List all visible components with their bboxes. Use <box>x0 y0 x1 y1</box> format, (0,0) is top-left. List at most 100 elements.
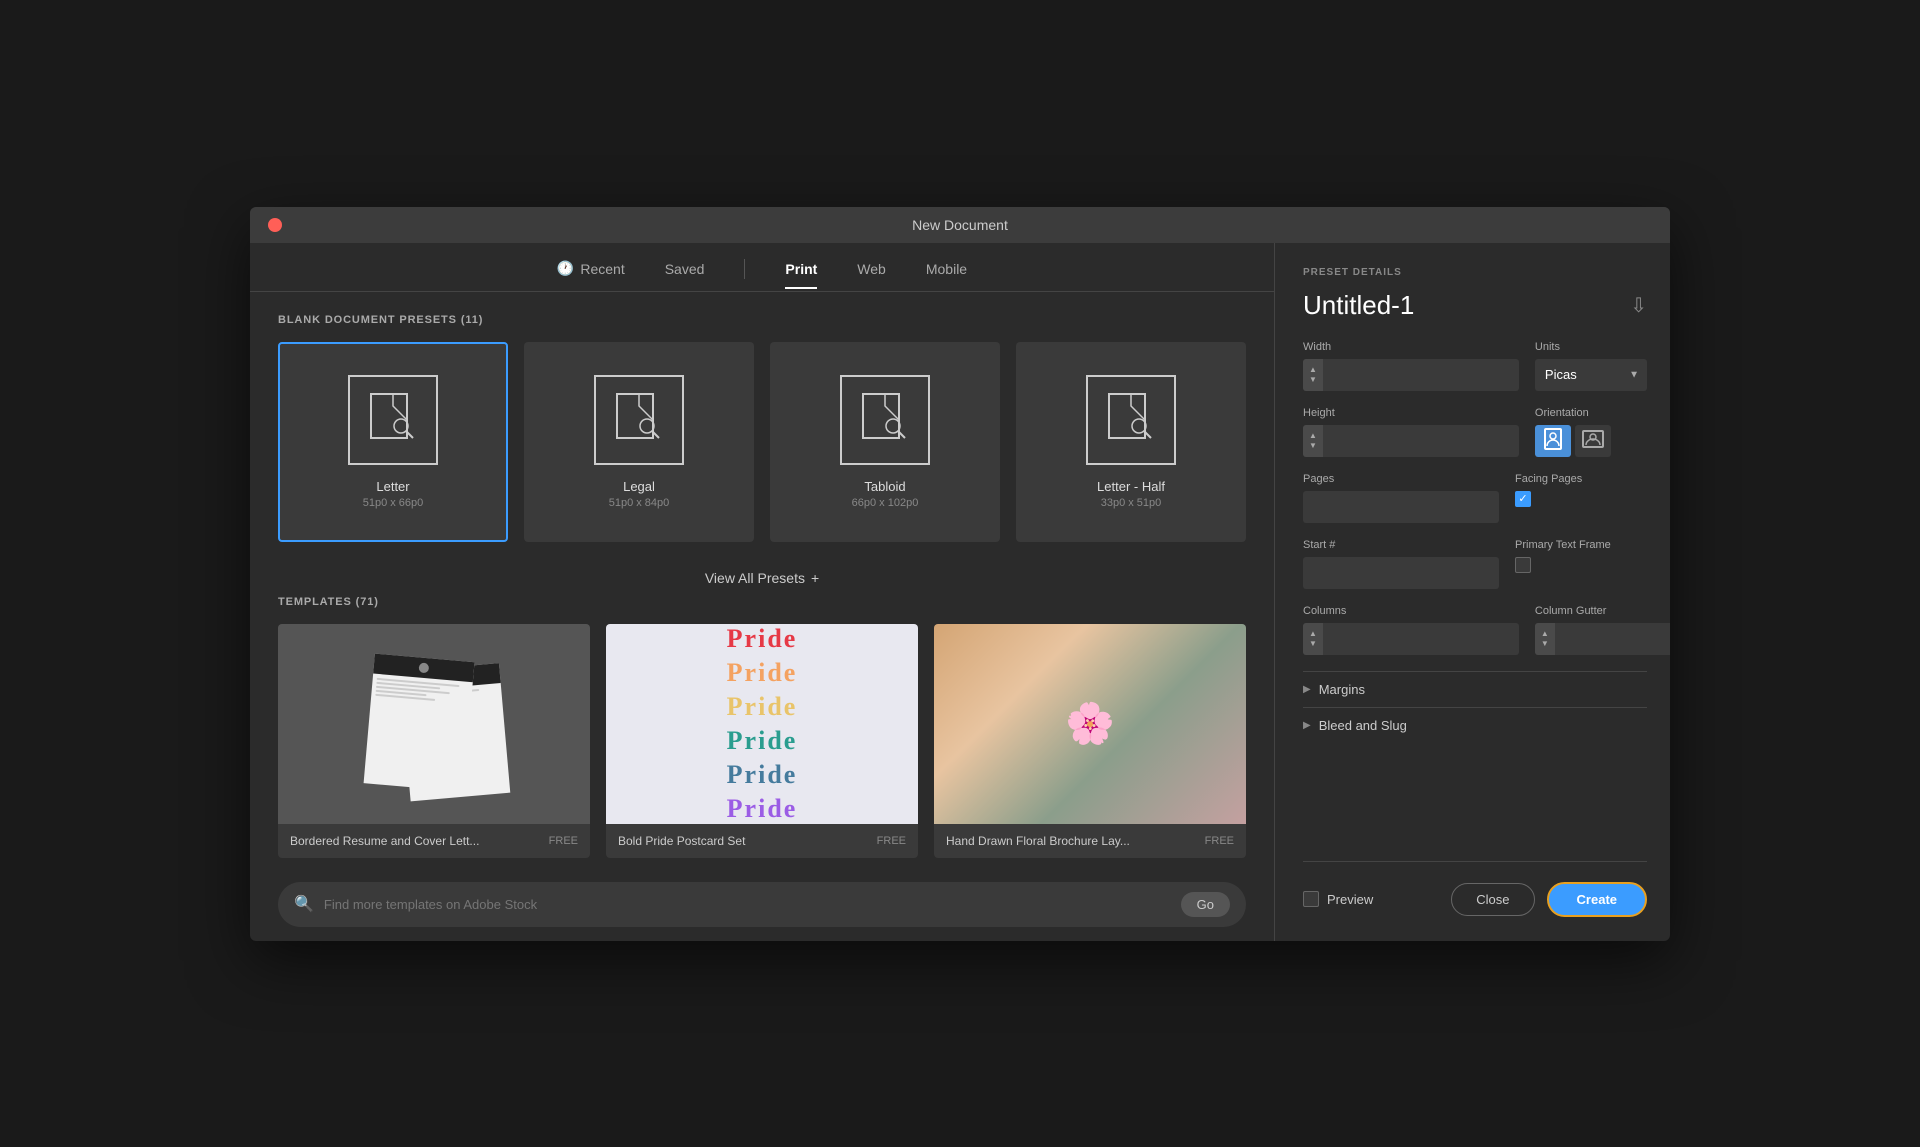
tabloid-doc-icon <box>855 390 915 450</box>
tab-web[interactable]: Web <box>857 261 886 289</box>
preset-icon-tabloid <box>840 375 930 465</box>
columns-value[interactable]: 1 <box>1323 631 1519 646</box>
templates-section: TEMPLATES (71) <box>250 596 1274 874</box>
primary-text-frame-checkbox[interactable] <box>1515 557 1647 573</box>
tab-mobile[interactable]: Mobile <box>926 261 967 289</box>
plus-icon: + <box>811 570 819 586</box>
height-group: Height ▲ ▼ 66p0 <box>1303 407 1519 457</box>
primary-text-frame-label: Primary Text Frame <box>1515 539 1647 551</box>
close-window-button[interactable] <box>268 218 282 232</box>
facing-pages-group: Facing Pages ✓ <box>1515 473 1647 523</box>
width-up-button[interactable]: ▲ <box>1309 365 1317 375</box>
bleed-slug-collapsible[interactable]: ▶ Bleed and Slug <box>1303 707 1647 743</box>
template-thumb-floral: 🌸 <box>934 624 1246 824</box>
height-down-button[interactable]: ▼ <box>1309 441 1317 451</box>
height-up-button[interactable]: ▲ <box>1309 431 1317 441</box>
column-gutter-input[interactable]: ▲ ▼ 1p0 <box>1535 623 1670 655</box>
view-all-presets-button[interactable]: View All Presets + <box>705 570 819 586</box>
template-card-floral[interactable]: 🌸 Hand Drawn Floral Brochure Lay... FREE <box>934 624 1246 858</box>
tab-saved[interactable]: Saved <box>665 261 705 289</box>
tab-recent[interactable]: 🕐 Recent <box>557 260 625 289</box>
nav-separator <box>744 259 745 279</box>
save-preset-icon[interactable]: ⇩ <box>1630 293 1647 318</box>
preset-icon-letter-half <box>1086 375 1176 465</box>
preset-name-letter: Letter <box>376 479 409 494</box>
primary-text-frame-check-icon <box>1515 557 1531 573</box>
pages-input[interactable]: 1 <box>1303 491 1499 523</box>
title-bar: New Document <box>250 207 1670 243</box>
floral-decoration: 🌸 <box>1065 700 1115 747</box>
preset-icon-letter <box>348 375 438 465</box>
view-all-row: View All Presets + <box>250 552 1274 596</box>
columns-group: Columns ▲ ▼ 1 <box>1303 605 1519 655</box>
columns-down-button[interactable]: ▼ <box>1309 639 1317 649</box>
resume-pages <box>278 624 590 824</box>
columns-input[interactable]: ▲ ▼ 1 <box>1303 623 1519 655</box>
template-name-pride: Bold Pride Postcard Set <box>618 834 745 848</box>
width-input[interactable]: ▲ ▼ 51p0 <box>1303 359 1519 391</box>
template-name-resume: Bordered Resume and Cover Lett... <box>290 834 479 848</box>
height-arrow-group: ▲ ▼ <box>1303 425 1323 457</box>
units-label: Units <box>1535 341 1647 353</box>
width-arrow-group: ▲ ▼ <box>1303 359 1323 391</box>
columns-label: Columns <box>1303 605 1519 617</box>
pages-label: Pages <box>1303 473 1499 485</box>
preset-icon-legal <box>594 375 684 465</box>
landscape-button[interactable] <box>1575 425 1611 457</box>
search-input[interactable] <box>324 897 1171 912</box>
create-button[interactable]: Create <box>1547 882 1647 917</box>
preset-card-letter-half[interactable]: Letter - Half 33p0 x 51p0 <box>1016 342 1246 542</box>
preset-card-letter[interactable]: Letter 51p0 x 66p0 <box>278 342 508 542</box>
column-gutter-up-button[interactable]: ▲ <box>1541 629 1549 639</box>
facing-pages-checkbox[interactable]: ✓ <box>1515 491 1647 507</box>
preset-card-legal[interactable]: Legal 51p0 x 84p0 <box>524 342 754 542</box>
height-value[interactable]: 66p0 <box>1323 433 1519 448</box>
orientation-label: Orientation <box>1535 407 1647 419</box>
column-gutter-label: Column Gutter <box>1535 605 1670 617</box>
pride-row-6: Pride <box>727 794 798 824</box>
column-gutter-value[interactable]: 1p0 <box>1555 631 1670 646</box>
width-down-button[interactable]: ▼ <box>1309 375 1317 385</box>
preset-size-letter: 51p0 x 66p0 <box>363 497 424 509</box>
template-card-pride[interactable]: Pride Pride Pride Pride Pride Pride Bold… <box>606 624 918 858</box>
pages-facing-row: Pages 1 Facing Pages ✓ <box>1303 473 1647 523</box>
units-select-wrapper: Picas ▼ <box>1535 359 1647 391</box>
template-info-floral: Hand Drawn Floral Brochure Lay... FREE <box>934 824 1246 858</box>
template-info-resume: Bordered Resume and Cover Lett... FREE <box>278 824 590 858</box>
margins-collapsible[interactable]: ▶ Margins <box>1303 671 1647 707</box>
start-num-value[interactable]: 1 <box>1303 565 1499 580</box>
template-name-floral: Hand Drawn Floral Brochure Lay... <box>946 834 1130 848</box>
close-button[interactable]: Close <box>1451 883 1534 916</box>
presets-section: BLANK DOCUMENT PRESETS (11) <box>250 292 1274 552</box>
columns-up-button[interactable]: ▲ <box>1309 629 1317 639</box>
start-primary-row: Start # 1 Primary Text Frame <box>1303 539 1647 589</box>
pride-row-4: Pride <box>727 726 798 756</box>
doc-title: Untitled-1 <box>1303 290 1414 321</box>
template-badge-resume: FREE <box>549 835 578 847</box>
height-orientation-row: Height ▲ ▼ 66p0 Orientation <box>1303 407 1647 457</box>
height-input[interactable]: ▲ ▼ 66p0 <box>1303 425 1519 457</box>
start-num-input[interactable]: 1 <box>1303 557 1499 589</box>
template-card-resume[interactable]: Bordered Resume and Cover Lett... FREE <box>278 624 590 858</box>
search-go-button[interactable]: Go <box>1181 892 1230 917</box>
preset-card-tabloid[interactable]: Tabloid 66p0 x 102p0 <box>770 342 1000 542</box>
pages-group: Pages 1 <box>1303 473 1499 523</box>
bottom-row: Preview Close Create <box>1303 861 1647 917</box>
units-select[interactable]: Picas <box>1535 359 1647 391</box>
width-value[interactable]: 51p0 <box>1323 367 1519 382</box>
preview-checkbox[interactable]: Preview <box>1303 891 1373 907</box>
preset-details-label: PRESET DETAILS <box>1303 267 1647 278</box>
portrait-button[interactable] <box>1535 425 1571 457</box>
resume-avatar-2 <box>418 662 429 673</box>
column-gutter-arrow-group: ▲ ▼ <box>1535 623 1555 655</box>
pages-value[interactable]: 1 <box>1303 499 1499 514</box>
width-units-row: Width ▲ ▼ 51p0 Units Picas <box>1303 341 1647 391</box>
orientation-group: Orientation <box>1535 407 1647 457</box>
portrait-icon <box>1544 428 1562 453</box>
units-group: Units Picas ▼ <box>1535 341 1647 391</box>
preset-size-letter-half: 33p0 x 51p0 <box>1101 497 1162 509</box>
pride-row-5: Pride <box>727 760 798 790</box>
column-gutter-down-button[interactable]: ▼ <box>1541 639 1549 649</box>
tab-print[interactable]: Print <box>785 261 817 289</box>
facing-pages-label: Facing Pages <box>1515 473 1647 485</box>
